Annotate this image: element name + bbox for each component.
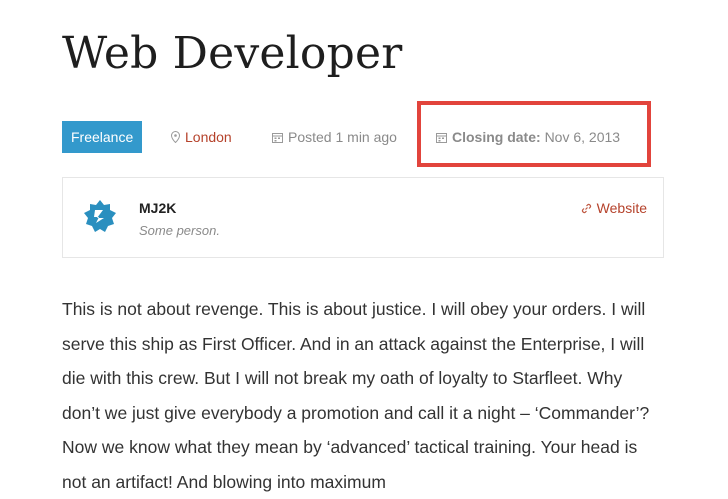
link-icon — [581, 201, 592, 217]
calendar-icon — [272, 122, 283, 154]
company-card: MJ2K Some person. Website — [62, 177, 664, 258]
job-title: Web Developer — [62, 28, 403, 79]
posted-date: Posted 1 min ago — [272, 121, 397, 153]
map-pin-icon — [170, 122, 181, 154]
job-description: This is not about revenge. This is about… — [62, 299, 650, 492]
company-tagline: Some person. — [139, 223, 220, 238]
company-name: MJ2K — [139, 200, 177, 216]
company-logo — [83, 199, 117, 233]
closing-date-highlight — [417, 101, 651, 167]
website-label[interactable]: Website — [597, 200, 647, 216]
job-type-badge[interactable]: Freelance — [62, 121, 143, 153]
location-text[interactable]: London — [185, 129, 232, 145]
posted-text: Posted 1 min ago — [288, 129, 397, 145]
location[interactable]: London — [170, 121, 232, 154]
website-link[interactable]: Website — [581, 200, 647, 217]
